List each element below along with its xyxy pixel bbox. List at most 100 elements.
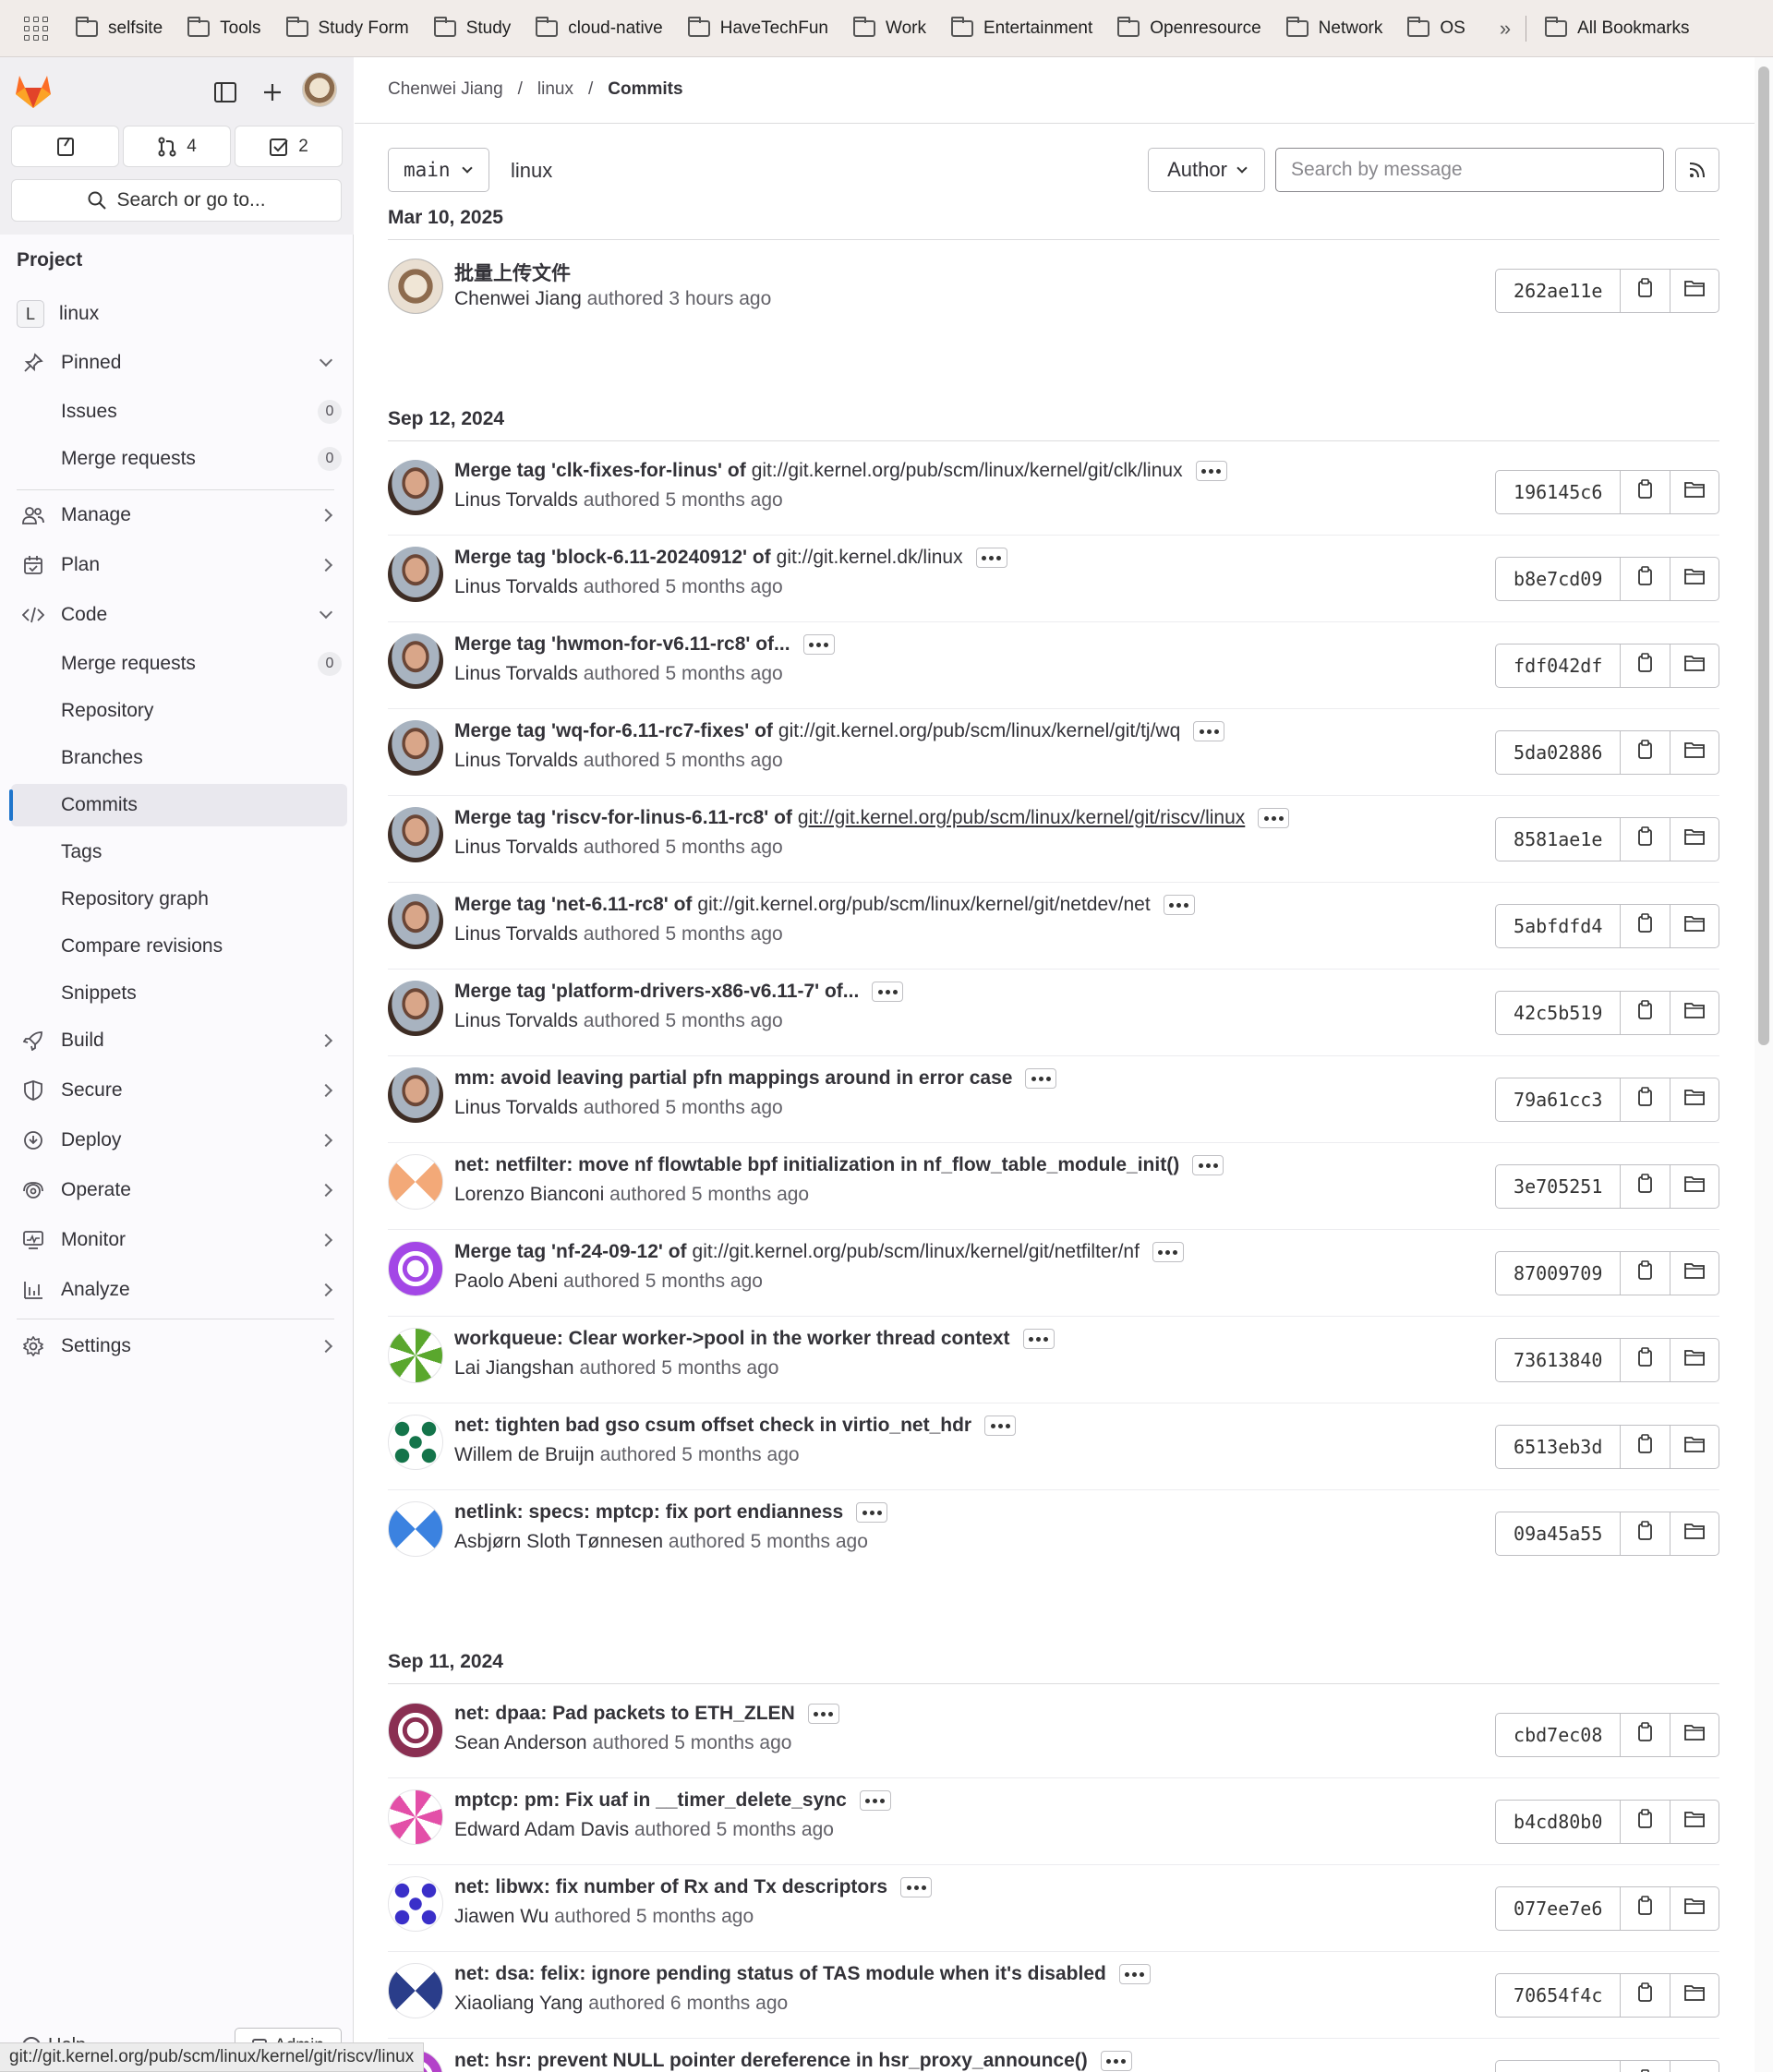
commit-message-link[interactable]: workqueue: Clear worker->pool in the wor… <box>454 1328 1010 1350</box>
commit-sha-link[interactable]: 5da02886 <box>1496 731 1622 774</box>
bookmark-item[interactable]: Study Form <box>285 16 409 39</box>
bookmarks-overflow-icon[interactable]: » <box>1500 17 1511 41</box>
sidebar-pinned[interactable]: Pinned <box>11 342 347 384</box>
gitlab-logo-icon[interactable] <box>15 74 52 109</box>
browse-files-button[interactable] <box>1670 1974 1719 2017</box>
toggle-description-button[interactable] <box>984 1415 1017 1436</box>
commit-message-link[interactable]: Merge tag 'block-6.11-20240912' of <box>454 547 771 569</box>
commit-message-link[interactable]: Merge tag 'hwmon-for-v6.11-rc8' of... <box>454 633 790 656</box>
commit-sha-link[interactable]: 196145c6 <box>1496 471 1622 513</box>
toggle-description-button[interactable] <box>1100 2051 1132 2071</box>
sidebar-item-monitor[interactable]: Monitor <box>11 1219 347 1261</box>
copy-sha-button[interactable] <box>1621 1165 1670 1208</box>
todos-counter-button[interactable]: 2 <box>235 126 343 167</box>
toggle-description-button[interactable] <box>1163 895 1195 915</box>
sidebar-toggle-icon[interactable] <box>212 79 238 105</box>
commit-title[interactable]: Merge tag 'riscv-for-linus-6.11-rc8' of g… <box>454 807 1290 829</box>
sidebar-item-manage[interactable]: Manage <box>11 494 347 536</box>
commit-title[interactable]: netlink: specs: mptcp: fix port endianne… <box>454 1501 888 1524</box>
commit-sha-link[interactable]: b4cd80b0 <box>1496 1801 1622 1843</box>
sidebar-item-analyze[interactable]: Analyze <box>11 1269 347 1311</box>
merge-requests-counter-button[interactable]: 4 <box>123 126 231 167</box>
commit-author-link[interactable]: Lorenzo Bianconi <box>454 1184 604 1205</box>
commit-message-link[interactable]: Merge tag 'nf-24-09-12' of <box>454 1241 687 1263</box>
commit-title[interactable]: net: dpaa: Pad packets to ETH_ZLEN <box>454 1703 839 1725</box>
sidebar-item-compare-revisions[interactable]: Compare revisions <box>11 925 347 968</box>
commit-sha-link[interactable]: 262ae11e <box>1496 270 1622 312</box>
author-avatar[interactable] <box>388 1241 443 1296</box>
commit-sha-link[interactable]: 42c5b519 <box>1496 992 1622 1034</box>
bookmark-item[interactable]: Work <box>852 16 926 39</box>
apps-grid-icon[interactable] <box>24 16 48 41</box>
copy-sha-button[interactable] <box>1621 644 1670 687</box>
commit-title[interactable]: Merge tag 'clk-fixes-for-linus' of git://… <box>454 460 1227 482</box>
commit-author-link[interactable]: Paolo Abeni <box>454 1271 558 1292</box>
browse-files-button[interactable] <box>1670 1512 1719 1555</box>
commit-message-link[interactable]: Merge tag 'wq-for-6.11-rc7-fixes' of <box>454 720 773 742</box>
copy-sha-button[interactable] <box>1621 1339 1670 1381</box>
browse-files-button[interactable] <box>1670 644 1719 687</box>
browse-files-button[interactable] <box>1670 471 1719 513</box>
copy-sha-button[interactable] <box>1621 992 1670 1034</box>
commit-sha-link[interactable]: 87009709 <box>1496 1252 1622 1295</box>
author-avatar[interactable] <box>388 1703 443 1758</box>
bookmark-item[interactable]: Tools <box>187 16 261 39</box>
toggle-description-button[interactable] <box>1152 1242 1184 1262</box>
toggle-description-button[interactable] <box>807 1704 839 1724</box>
commit-author-link[interactable]: Linus Torvalds <box>454 1010 578 1031</box>
copy-sha-button[interactable] <box>1621 905 1670 947</box>
toggle-description-button[interactable] <box>859 1790 891 1811</box>
copy-sha-button[interactable] <box>1621 731 1670 774</box>
commit-sha-link[interactable]: fdf042df <box>1496 644 1622 687</box>
commit-title[interactable]: net: dsa: felix: ignore pending status o… <box>454 1963 1151 1985</box>
sidebar-project-link[interactable]: L linux <box>11 293 347 335</box>
browse-files-button[interactable] <box>1670 1887 1719 1930</box>
author-avatar[interactable] <box>388 1963 443 2018</box>
commit-message-link[interactable]: Merge tag 'riscv-for-linus-6.11-rc8' of <box>454 807 792 829</box>
bookmark-item[interactable]: Study <box>433 16 511 39</box>
commit-sha-link[interactable]: 6513eb3d <box>1496 1426 1622 1468</box>
copy-sha-button[interactable] <box>1621 1801 1670 1843</box>
commit-title[interactable]: Merge tag 'wq-for-6.11-rc7-fixes' of git:… <box>454 720 1225 742</box>
author-avatar[interactable] <box>388 720 443 776</box>
author-avatar[interactable] <box>388 1501 443 1557</box>
author-avatar[interactable] <box>388 981 443 1036</box>
bookmark-item[interactable]: OS <box>1407 16 1465 39</box>
commit-title[interactable]: Merge tag 'hwmon-for-v6.11-rc8' of... <box>454 633 835 656</box>
browse-files-button[interactable] <box>1670 992 1719 1034</box>
author-avatar[interactable] <box>388 1415 443 1470</box>
browse-files-button[interactable] <box>1670 1801 1719 1843</box>
sidebar-item-operate[interactable]: Operate <box>11 1169 347 1211</box>
toggle-description-button[interactable] <box>900 1877 933 1897</box>
toggle-description-button[interactable] <box>1195 461 1227 481</box>
browse-files-button[interactable] <box>1670 1714 1719 1756</box>
branch-selector[interactable]: main <box>388 148 489 192</box>
sidebar-item-code-merge-requests[interactable]: Merge requests 0 <box>11 643 347 685</box>
commit-title[interactable]: net: tighten bad gso csum offset check i… <box>454 1415 1017 1437</box>
bookmark-item[interactable]: Entertainment <box>950 16 1092 39</box>
commit-sha-link[interactable]: 5abfdfd4 <box>1496 905 1622 947</box>
browse-files-button[interactable] <box>1670 558 1719 600</box>
commit-sha-link[interactable]: 077ee7e6 <box>1496 1887 1622 1930</box>
bookmark-item[interactable]: selfsite <box>76 16 163 39</box>
sidebar-item-issues[interactable]: Issues 0 <box>11 391 347 433</box>
copy-sha-button[interactable] <box>1621 1078 1670 1121</box>
sidebar-item-build[interactable]: Build <box>11 1019 347 1062</box>
commit-title-source[interactable]: git://git.kernel.org/pub/scm/linux/kerne… <box>798 807 1245 829</box>
commit-message-link[interactable]: net: libwx: fix number of Rx and Tx desc… <box>454 1876 887 1898</box>
author-avatar[interactable] <box>388 1067 443 1123</box>
copy-sha-button[interactable] <box>1621 1974 1670 2017</box>
toggle-description-button[interactable] <box>975 548 1007 568</box>
commit-author-link[interactable]: Linus Torvalds <box>454 750 578 771</box>
search-button[interactable]: Search or go to... <box>11 179 342 222</box>
commit-title[interactable]: workqueue: Clear worker->pool in the wor… <box>454 1328 1055 1350</box>
all-bookmarks[interactable]: All Bookmarks <box>1545 16 1689 39</box>
commit-author-link[interactable]: Xiaoliang Yang <box>454 1993 583 2014</box>
commit-message-link[interactable]: net: netfilter: move nf flowtable bpf in… <box>454 1154 1179 1176</box>
sidebar-item-deploy[interactable]: Deploy <box>11 1119 347 1162</box>
browse-files-button[interactable] <box>1670 905 1719 947</box>
author-avatar[interactable] <box>388 460 443 515</box>
author-avatar[interactable] <box>388 633 443 689</box>
bookmark-item[interactable]: Network <box>1285 16 1382 39</box>
bookmark-item[interactable]: Openresource <box>1117 16 1261 39</box>
